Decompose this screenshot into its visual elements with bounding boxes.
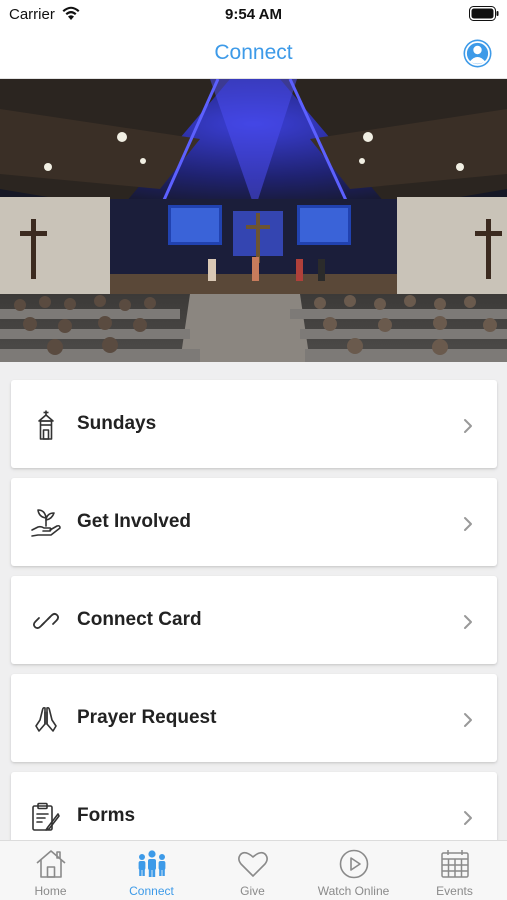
hand-plant-icon: [31, 509, 61, 537]
status-time: 9:54 AM: [225, 6, 282, 23]
home-icon: [35, 850, 66, 878]
profile-icon[interactable]: [463, 39, 492, 68]
people-icon: [138, 850, 165, 877]
tab-home[interactable]: Home: [0, 841, 101, 900]
chevron-right-icon: [464, 713, 472, 727]
chevron-right-icon: [464, 517, 472, 531]
menu-item-label: Sundays: [77, 413, 157, 434]
page-title: Connect: [214, 41, 293, 64]
tab-connect[interactable]: Connect: [101, 841, 202, 900]
heart-icon: [237, 851, 268, 877]
link-icon: [32, 612, 60, 630]
tab-watch-online[interactable]: Watch Online: [303, 841, 404, 900]
chevron-right-icon: [464, 419, 472, 433]
hero-photo: [0, 79, 507, 362]
tab-label: Watch Online: [317, 884, 390, 898]
menu-item-prayer-request[interactable]: Prayer Request: [11, 674, 497, 762]
praying-hands-icon: [35, 706, 57, 732]
chevron-right-icon: [464, 811, 472, 825]
status-bar: Carrier 9:54 AM: [0, 0, 507, 30]
tab-label: Connect: [129, 884, 174, 898]
menu-item-label: Get Involved: [77, 511, 192, 532]
connect-menu-list: Sundays Get Involved Connect Card Prayer…: [0, 362, 507, 840]
menu-item-label: Connect Card: [77, 609, 202, 630]
battery-icon: [469, 6, 499, 21]
menu-item-label: Forms: [77, 805, 136, 826]
menu-item-forms[interactable]: Forms: [11, 772, 497, 840]
tab-give[interactable]: Give: [202, 841, 303, 900]
menu-item-connect-card[interactable]: Connect Card: [11, 576, 497, 664]
tab-label: Home: [34, 884, 67, 898]
calendar-icon: [440, 850, 469, 878]
tab-label: Events: [436, 884, 473, 898]
chevron-right-icon: [464, 615, 472, 629]
steeple-icon: [38, 410, 54, 440]
tab-bar: Home Connect Give Watch Online Events: [0, 840, 507, 900]
menu-item-label: Prayer Request: [77, 707, 217, 728]
play-icon: [339, 849, 368, 879]
menu-item-get-involved[interactable]: Get Involved: [11, 478, 497, 566]
menu-item-sundays[interactable]: Sundays: [11, 380, 497, 468]
navigation-bar: Connect: [0, 30, 507, 79]
clipboard-icon: [32, 802, 60, 831]
tab-label: Give: [240, 884, 265, 898]
tab-events[interactable]: Events: [404, 841, 505, 900]
